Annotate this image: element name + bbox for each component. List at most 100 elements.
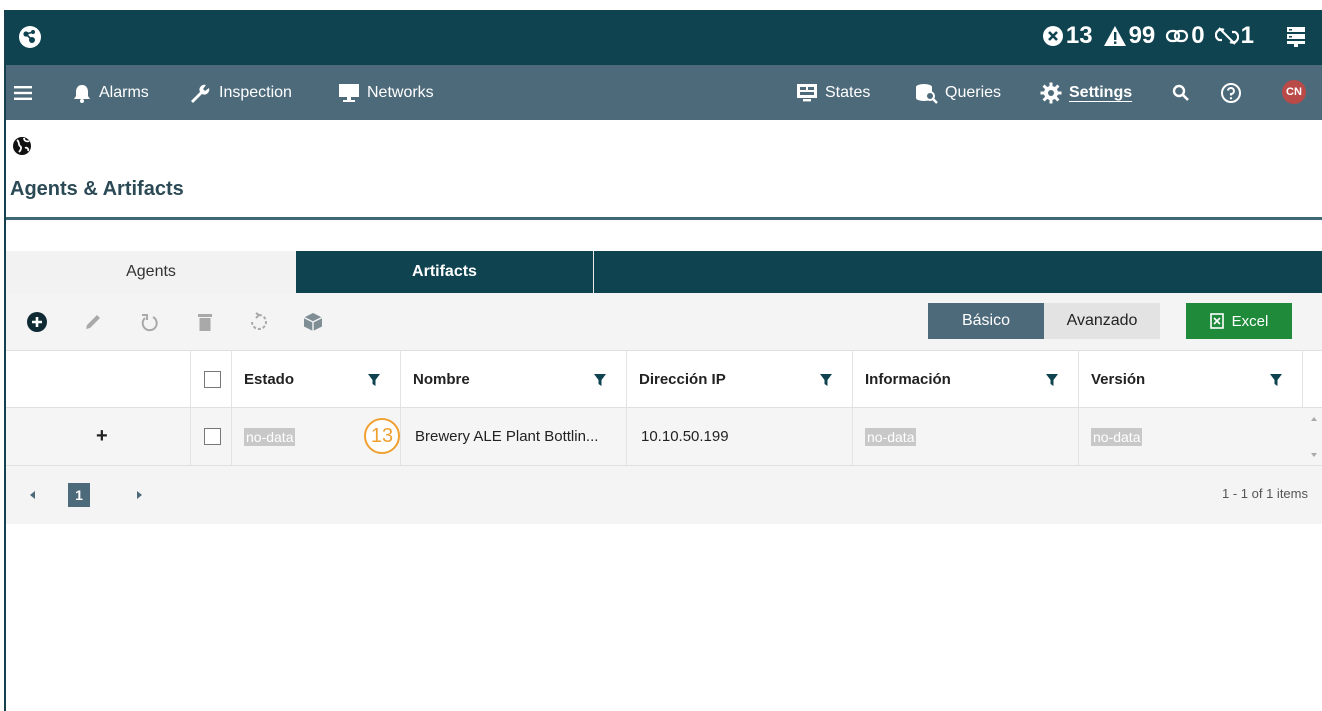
nav-states-label: States (825, 83, 871, 101)
add-button[interactable] (26, 311, 48, 333)
ip-value: 10.10.50.199 (641, 428, 729, 445)
version-value: no-data (1091, 427, 1143, 446)
nav-inspection-label: Inspection (219, 83, 292, 101)
column-header-estado[interactable]: Estado (231, 351, 400, 407)
globe-icon (13, 137, 31, 155)
mode-basic-button[interactable]: Básico (928, 303, 1044, 339)
logo-icon[interactable] (18, 25, 42, 49)
app-frame: 13 99 0 1 Alarms Inspection Networks Sta… (4, 10, 1322, 711)
help-icon (1221, 82, 1241, 103)
nav-settings-label: Settings (1069, 83, 1133, 101)
nav-networks[interactable]: Networks (338, 65, 434, 120)
edit-button[interactable] (82, 311, 104, 333)
current-page-button[interactable]: 1 (68, 483, 90, 507)
unlink-icon (1214, 27, 1239, 45)
disconnected-counter[interactable]: 1 (1214, 22, 1254, 50)
column-header-informacion[interactable]: Información (852, 351, 1078, 407)
main-nav: Alarms Inspection Networks States Querie… (6, 65, 1322, 120)
scroll-up-icon[interactable] (1304, 412, 1322, 424)
filter-icon[interactable] (594, 373, 606, 387)
tab-agents[interactable]: Agents (6, 251, 296, 293)
excel-icon (1209, 313, 1224, 329)
row-expand-cell: + (6, 408, 190, 465)
grid-toolbar: Básico Avanzado Excel (6, 293, 1322, 350)
cell-informacion: no-data (852, 408, 1078, 465)
restart-icon (251, 312, 267, 330)
filter-icon[interactable] (820, 373, 832, 387)
filter-icon[interactable] (1270, 373, 1282, 387)
header-scroll-spacer (1302, 351, 1322, 407)
error-circle-icon (1042, 26, 1063, 46)
wrench-icon (191, 84, 210, 103)
connected-counter[interactable]: 0 (1165, 22, 1205, 50)
hamburger-menu-button[interactable] (14, 65, 39, 120)
table-row[interactable]: + no-data 13 Brewery ALE Plant Bottlin..… (6, 408, 1322, 466)
plus-circle-icon (27, 312, 47, 332)
view-mode-toggle: Básico Avanzado (928, 303, 1160, 339)
nav-alarms-label: Alarms (99, 83, 149, 101)
vertical-scrollbar[interactable] (1304, 408, 1322, 466)
column-label-ip: Dirección IP (639, 370, 726, 388)
column-header-version[interactable]: Versión (1078, 351, 1302, 407)
previous-page-icon[interactable] (28, 490, 38, 500)
mode-advanced-button[interactable]: Avanzado (1044, 303, 1160, 339)
cell-ip: 10.10.50.199 (626, 408, 852, 465)
warning-counter[interactable]: 99 (1103, 22, 1155, 50)
tab-artifacts[interactable]: Artifacts (296, 251, 594, 293)
help-button[interactable] (1220, 65, 1249, 120)
dashboard-monitor-icon (797, 83, 817, 101)
pager-info: 1 - 1 of 1 items (1222, 486, 1308, 501)
database-search-icon (916, 83, 938, 104)
monitor-icon (339, 83, 359, 102)
nav-alarms[interactable]: Alarms (72, 65, 149, 120)
package-button[interactable] (302, 311, 324, 333)
informacion-value: no-data (865, 427, 917, 446)
agent-count-badge: 13 (364, 418, 400, 454)
error-counter[interactable]: 13 (1042, 22, 1093, 50)
pencil-icon (86, 315, 100, 329)
next-page-icon[interactable] (134, 490, 144, 500)
delete-button[interactable] (194, 311, 216, 333)
expand-row-button[interactable]: + (96, 425, 108, 448)
warning-triangle-icon (1103, 26, 1126, 46)
undo-button[interactable] (138, 311, 160, 333)
pager: 1 1 - 1 of 1 items (6, 466, 1322, 524)
user-avatar[interactable]: CN (1282, 80, 1306, 104)
nav-inspection[interactable]: Inspection (188, 65, 292, 120)
filter-icon[interactable] (1046, 373, 1058, 387)
column-label-informacion: Información (865, 370, 951, 388)
connected-count: 0 (1191, 22, 1205, 49)
column-label-estado: Estado (244, 370, 295, 388)
export-excel-button[interactable]: Excel (1186, 303, 1292, 339)
undo-icon (141, 314, 158, 332)
nav-queries-label: Queries (945, 83, 1002, 101)
search-icon (1172, 84, 1189, 101)
scroll-down-icon[interactable] (1304, 450, 1322, 462)
column-header-ip[interactable]: Dirección IP (626, 351, 852, 407)
header-select-cell (190, 351, 231, 407)
page-title: Agents & Artifacts (10, 178, 184, 200)
column-header-nombre[interactable]: Nombre (400, 351, 626, 407)
excel-label: Excel (1231, 312, 1269, 330)
top-bar: 13 99 0 1 (6, 10, 1322, 65)
bell-icon (74, 84, 90, 103)
nav-networks-label: Networks (367, 83, 434, 101)
search-button[interactable] (1172, 65, 1197, 120)
filter-icon[interactable] (368, 373, 380, 387)
row-select-cell (190, 408, 231, 465)
nav-states[interactable]: States (796, 65, 870, 120)
page-header: Agents & Artifacts (6, 120, 1322, 220)
nav-queries[interactable]: Queries (914, 65, 1001, 120)
status-counters: 13 99 0 1 (1032, 22, 1254, 50)
column-label-version: Versión (1091, 370, 1146, 388)
column-label-nombre: Nombre (413, 370, 470, 388)
gear-icon (1040, 82, 1062, 103)
nav-settings[interactable]: Settings (1040, 65, 1132, 120)
trash-icon (198, 314, 212, 331)
row-checkbox[interactable] (204, 428, 221, 445)
select-all-checkbox[interactable] (204, 370, 221, 388)
restart-button[interactable] (248, 311, 270, 333)
grid-header-row: Estado Nombre Dirección IP Información V… (6, 350, 1322, 408)
server-icon[interactable] (1286, 26, 1306, 48)
cell-version: no-data (1078, 408, 1302, 465)
